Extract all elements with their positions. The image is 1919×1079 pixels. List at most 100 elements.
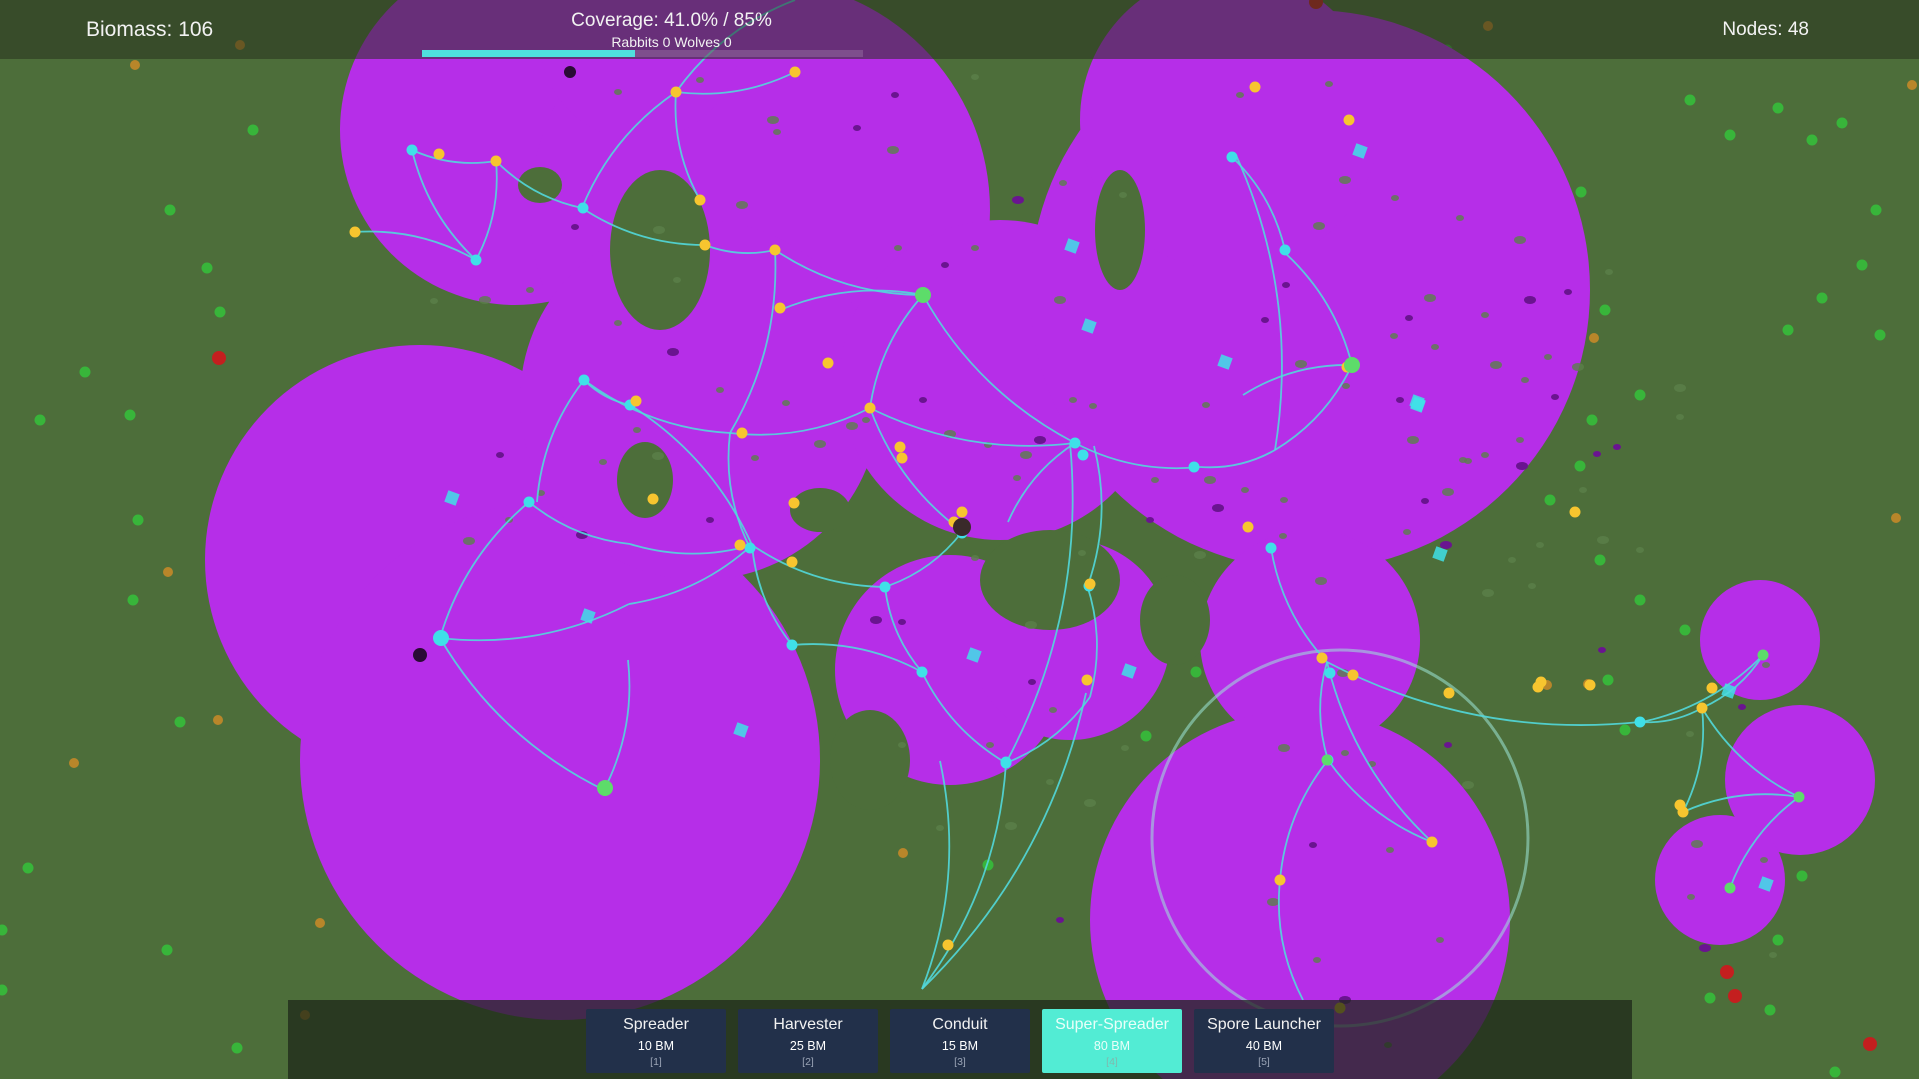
plant xyxy=(127,594,139,606)
dry-plant xyxy=(315,918,325,928)
harvester-node xyxy=(1081,674,1093,686)
spore xyxy=(1012,196,1024,204)
tool-spreader-button[interactable]: Spreader 10 BM [1] xyxy=(586,1009,726,1073)
tool-super-spreader-button[interactable]: Super-Spreader 80 BM [4] xyxy=(1042,1009,1182,1073)
spore xyxy=(1424,294,1436,302)
spreader-node xyxy=(1077,449,1089,461)
spreader-node xyxy=(879,581,891,593)
harvester-node xyxy=(1532,681,1544,693)
tool-name: Spore Launcher xyxy=(1207,1016,1321,1033)
spore xyxy=(652,452,664,460)
spreader-node xyxy=(523,496,535,508)
spore xyxy=(614,89,622,95)
plant xyxy=(1772,934,1784,946)
super-spreader-node xyxy=(433,630,449,646)
spore xyxy=(1481,312,1489,318)
spore xyxy=(1636,547,1644,553)
tool-hotkey: [4] xyxy=(1106,1056,1118,1068)
spore xyxy=(1280,497,1288,503)
plant xyxy=(1764,1004,1776,1016)
spore xyxy=(1613,444,1621,450)
tool-harvester-button[interactable]: Harvester 25 BM [2] xyxy=(738,1009,878,1073)
dry-plant xyxy=(1589,333,1599,343)
spore xyxy=(898,619,906,625)
harvester-node xyxy=(630,395,642,407)
mycelium-patch xyxy=(300,500,820,1020)
harvester-node xyxy=(490,155,502,167)
plant xyxy=(22,862,34,874)
node-counter: Nodes: 48 xyxy=(1722,19,1809,40)
plant xyxy=(132,514,144,526)
tool-spore-launcher-button[interactable]: Spore Launcher 40 BM [5] xyxy=(1194,1009,1334,1073)
plant xyxy=(1599,304,1611,316)
tool-conduit-button[interactable]: Conduit 15 BM [3] xyxy=(890,1009,1030,1073)
spore xyxy=(1405,315,1413,321)
tool-cost: 80 BM xyxy=(1093,1039,1131,1053)
spore xyxy=(1119,192,1127,198)
plant xyxy=(1796,870,1808,882)
spreader-node xyxy=(578,374,590,386)
harvester-node xyxy=(1084,578,1096,590)
spore xyxy=(1436,937,1444,943)
spore xyxy=(1325,81,1333,87)
spore xyxy=(1769,952,1777,958)
plant xyxy=(124,409,136,421)
tool-name: Harvester xyxy=(773,1016,843,1033)
conduit-node xyxy=(1724,882,1736,894)
plant xyxy=(1772,102,1784,114)
spore xyxy=(673,277,681,283)
harvester-node xyxy=(942,939,954,951)
plant xyxy=(161,944,173,956)
spore xyxy=(1421,498,1429,504)
plant xyxy=(1856,259,1868,271)
spore xyxy=(1089,403,1097,409)
spore xyxy=(1516,462,1528,470)
spore xyxy=(782,400,790,406)
coverage-readout: Coverage: 41.0% / 85% xyxy=(571,10,772,31)
ground-gap xyxy=(830,710,910,810)
wolf xyxy=(1728,989,1742,1003)
spore xyxy=(1278,744,1290,752)
harvester-node xyxy=(896,452,908,464)
spore xyxy=(599,459,607,465)
spore xyxy=(1279,533,1287,539)
spore xyxy=(1391,195,1399,201)
coverage-progress-bar xyxy=(422,50,863,57)
spore xyxy=(1313,222,1325,230)
spore xyxy=(1544,354,1552,360)
tool-name: Conduit xyxy=(932,1016,988,1033)
spore xyxy=(1593,451,1601,457)
spore xyxy=(1579,487,1587,493)
spore xyxy=(1676,414,1684,420)
plant xyxy=(1684,94,1696,106)
spore xyxy=(1295,360,1307,368)
tool-name: Spreader xyxy=(623,1016,689,1033)
spore xyxy=(1508,557,1516,563)
spreader-node xyxy=(744,542,756,554)
wolf xyxy=(1863,1037,1877,1051)
spore xyxy=(1005,822,1017,830)
harvester-node xyxy=(699,239,711,251)
spore xyxy=(526,287,534,293)
harvester-node xyxy=(786,556,798,568)
spore xyxy=(1121,745,1129,751)
spore xyxy=(1049,707,1057,713)
spore xyxy=(1572,363,1584,371)
spreader-node xyxy=(1324,667,1336,679)
plant xyxy=(164,204,176,216)
spore xyxy=(853,125,861,131)
spore xyxy=(1456,215,1464,221)
plant xyxy=(1140,730,1152,742)
core-node xyxy=(953,518,971,536)
game-field[interactable] xyxy=(0,0,1919,1079)
spore xyxy=(696,77,704,83)
plant xyxy=(79,366,91,378)
spore xyxy=(1034,436,1046,444)
spore xyxy=(971,74,979,80)
mycelium-patch xyxy=(1700,580,1820,700)
spore xyxy=(736,201,748,209)
spore xyxy=(919,397,927,403)
wolf xyxy=(212,351,226,365)
harvester-node xyxy=(1674,799,1686,811)
harvester-node xyxy=(789,66,801,78)
